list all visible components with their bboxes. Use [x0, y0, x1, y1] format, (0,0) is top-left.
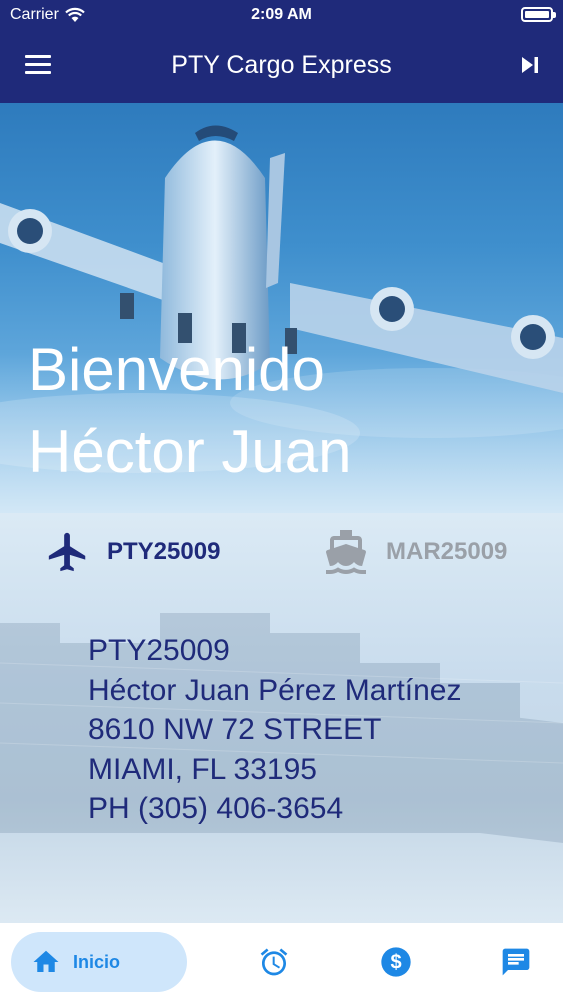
- content-area: PTY25009 MAR25009 PTY25009 Héctor Juan P…: [0, 513, 563, 923]
- nav-payments[interactable]: $: [368, 932, 424, 992]
- skip-next-icon[interactable]: [519, 54, 541, 76]
- mailbox-tabs: PTY25009 MAR25009: [0, 513, 563, 593]
- tab-sea-label: MAR25009: [386, 538, 508, 565]
- top-bar: Carrier 2:09 AM PTY Cargo Express: [0, 0, 563, 103]
- address-street: 8610 NW 72 STREET: [88, 713, 382, 746]
- alarm-clock-icon: [260, 948, 288, 976]
- shipping-address: PTY25009 Héctor Juan Pérez Martínez 8610…: [88, 631, 462, 829]
- dollar-icon: $: [381, 947, 411, 977]
- address-code: PTY25009: [88, 634, 230, 667]
- address-name: Héctor Juan Pérez Martínez: [88, 673, 462, 707]
- chat-icon: [502, 948, 530, 976]
- nav-alarm[interactable]: [246, 932, 302, 992]
- status-time: 2:09 AM: [251, 6, 312, 23]
- tab-air-label: PTY25009: [107, 538, 221, 565]
- app-bar: PTY Cargo Express: [0, 30, 563, 103]
- bottom-navigation: Inicio $: [0, 923, 563, 1000]
- address-phone: PH (305) 406-3654: [88, 792, 344, 825]
- ship-icon: [325, 530, 366, 574]
- tab-air[interactable]: PTY25009: [45, 527, 220, 577]
- svg-text:$: $: [390, 952, 401, 974]
- status-bar: Carrier 2:09 AM: [0, 0, 563, 30]
- nav-home[interactable]: Inicio: [11, 932, 187, 992]
- battery-icon: [521, 7, 556, 22]
- nav-home-label: Inicio: [73, 951, 121, 972]
- welcome-line-2: Héctor Juan: [28, 418, 352, 485]
- airplane-icon: [48, 532, 86, 572]
- address-city: MIAMI, FL 33195: [88, 752, 317, 786]
- home-icon: [33, 950, 59, 972]
- hero-banner: Bienvenido Héctor Juan: [0, 103, 563, 513]
- tab-sea[interactable]: MAR25009: [322, 527, 507, 577]
- welcome-line-1: Bienvenido: [28, 336, 325, 403]
- welcome-text: Bienvenido Héctor Juan: [28, 329, 352, 493]
- app-title: PTY Cargo Express: [171, 51, 392, 79]
- nav-messages[interactable]: [488, 932, 544, 992]
